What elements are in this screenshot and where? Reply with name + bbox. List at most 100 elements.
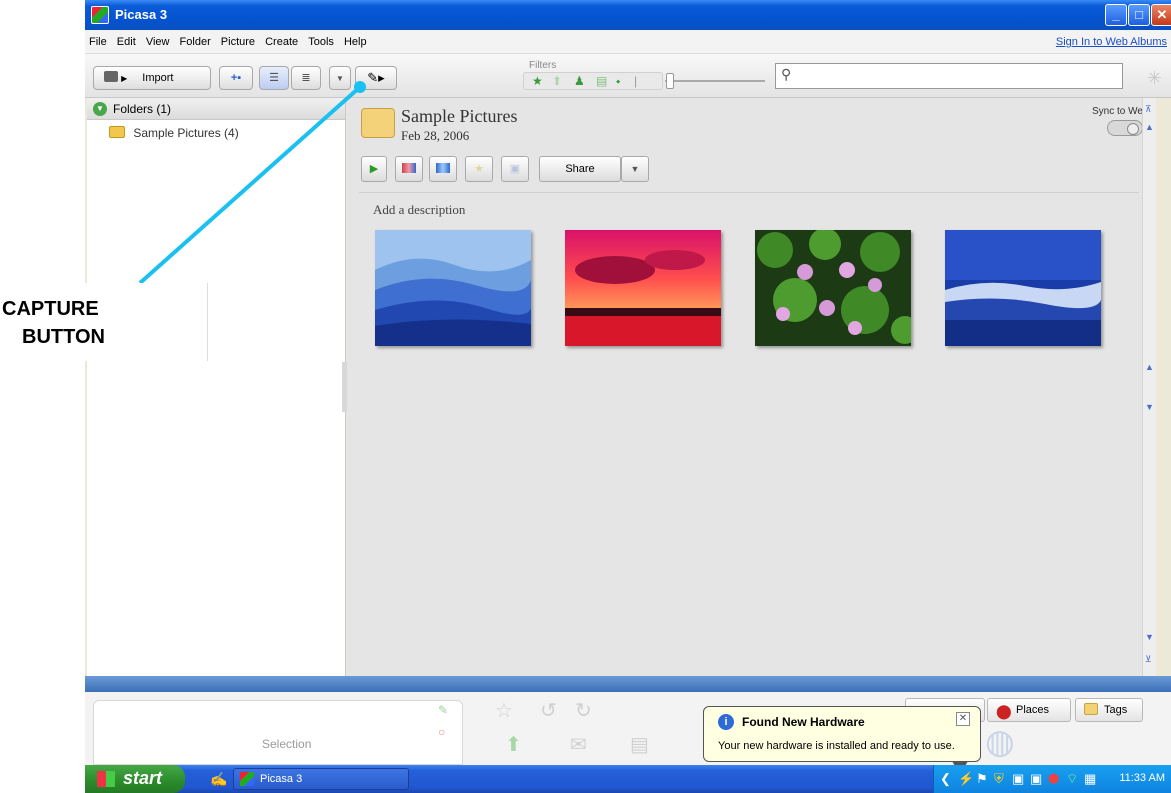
slideshow-button[interactable]: ▶ xyxy=(361,156,387,182)
share-dropdown-button[interactable]: ▼ xyxy=(621,156,649,182)
scroll-top-icon[interactable]: ⊼ xyxy=(1145,104,1152,115)
import-label: Import xyxy=(142,72,174,84)
star-album-button[interactable]: ★ xyxy=(465,156,493,182)
rotate-left-icon[interactable]: ↺ xyxy=(540,698,557,723)
hold-icon[interactable]: ✎ xyxy=(438,703,448,717)
tree-view-button[interactable]: ≣ xyxy=(291,66,321,90)
sync-to-web-toggle[interactable] xyxy=(1107,120,1143,136)
album-title[interactable]: Sample Pictures xyxy=(401,106,517,127)
upload-filter-icon[interactable]: ⬆ xyxy=(552,74,562,88)
view-options-button[interactable]: ▼ xyxy=(329,66,351,90)
menu-help[interactable]: Help xyxy=(340,30,370,48)
share-button[interactable]: Share xyxy=(539,156,621,182)
movie-button[interactable] xyxy=(429,156,457,182)
display2-icon[interactable]: ▣ xyxy=(1030,771,1042,787)
people-filter-icon[interactable]: ♟ xyxy=(574,74,585,88)
close-button[interactable]: ✕ xyxy=(1151,4,1171,26)
tags-tab[interactable]: Tags xyxy=(1075,698,1143,722)
wireless-icon[interactable]: ⌔ xyxy=(1066,771,1078,787)
title-bar[interactable]: Picasa 3 _ □ ✕ xyxy=(85,0,1171,30)
menu-edit[interactable]: Edit xyxy=(113,30,139,48)
quick-launch-icon[interactable]: ✍ xyxy=(210,771,227,788)
album-folder-icon xyxy=(361,108,395,138)
notification-message: Your new hardware is installed and ready… xyxy=(718,740,955,752)
callout-line2: BUTTON xyxy=(22,326,105,348)
toolbar: ▶ Import +▪ ☰ ≣ ▼ ✎▸ Filters ★ ⬆ ♟ ▤ ⬩ | xyxy=(85,54,1171,98)
minimize-button[interactable]: _ xyxy=(1105,4,1127,26)
selection-tray[interactable]: Selection ✎ ○ xyxy=(93,700,463,765)
shield-icon[interactable]: ⛨ xyxy=(994,771,1004,787)
collage-button[interactable] xyxy=(395,156,423,182)
scroll-up-icon[interactable]: ▲ xyxy=(1145,122,1154,132)
menu-create[interactable]: Create xyxy=(261,30,301,48)
flat-view-button[interactable]: ☰ xyxy=(259,66,289,90)
folder-icon xyxy=(109,126,125,138)
album-scrollbar[interactable]: ⊼ ▲ ▲ ▼ ▼ ⊻ xyxy=(1142,98,1156,676)
tray-expand-icon[interactable]: ❮ xyxy=(940,771,951,787)
monitor-icon[interactable]: ▦ xyxy=(1084,771,1096,787)
taskbar-clock: 11:33 AM xyxy=(1119,772,1165,784)
movie-filter-icon[interactable]: ▤ xyxy=(596,74,607,88)
security-icon[interactable]: ⚑ xyxy=(976,771,988,787)
tray-divider xyxy=(85,676,1171,692)
display-icon[interactable]: ▣ xyxy=(1012,771,1024,787)
dropdown-arrow-icon: ▶ xyxy=(121,74,128,83)
start-label: start xyxy=(123,768,163,788)
upload-icon[interactable]: ⬆ xyxy=(505,732,522,757)
email-icon[interactable]: ✉ xyxy=(570,732,587,757)
clear-icon[interactable]: ○ xyxy=(438,725,445,739)
network-icon[interactable]: ⚡ xyxy=(958,771,974,787)
tree-view-icon: ≣ xyxy=(301,72,311,84)
play-icon: ▶ xyxy=(369,163,379,175)
folder-item-sample-pictures[interactable]: Sample Pictures (4) xyxy=(109,126,239,140)
star-filter-icon[interactable]: ★ xyxy=(532,74,543,88)
found-hardware-notification[interactable]: i Found New Hardware ✕ Your new hardware… xyxy=(703,706,981,762)
menu-tools[interactable]: Tools xyxy=(304,30,337,48)
search-icon: ⚲ xyxy=(781,66,792,82)
import-button[interactable]: ▶ Import xyxy=(93,66,211,90)
antivirus-icon[interactable]: ⬢ xyxy=(1048,771,1059,787)
scroll-down-icon[interactable]: ▼ xyxy=(1145,632,1154,642)
taskbar-item-picasa[interactable]: Picasa 3 xyxy=(233,768,409,790)
scroll-down-small-icon[interactable]: ▼ xyxy=(1145,402,1154,412)
callout-line1: CAPTURE xyxy=(2,298,99,320)
photo-thumbnail[interactable] xyxy=(375,230,532,346)
scroll-up-small-icon[interactable]: ▲ xyxy=(1145,362,1154,372)
photo-thumbnail[interactable] xyxy=(565,230,721,346)
folder-item-label: Sample Pictures (4) xyxy=(133,126,239,140)
search-input[interactable] xyxy=(775,63,1123,89)
sign-in-link[interactable]: Sign In to Web Albums xyxy=(1056,36,1167,48)
date-filter-slider[interactable] xyxy=(665,80,765,82)
photo-thumbnail[interactable] xyxy=(755,228,919,346)
places-tab[interactable]: ⬤ Places xyxy=(987,698,1071,722)
menu-file[interactable]: File xyxy=(85,30,110,48)
photo-thumbnail[interactable] xyxy=(945,230,1101,346)
album-description[interactable]: Add a description xyxy=(373,202,465,218)
globe-icon[interactable]: ◍ xyxy=(985,722,1015,762)
tag-icon xyxy=(1084,703,1098,715)
movie-icon xyxy=(436,163,450,173)
menu-folder[interactable]: Folder xyxy=(176,30,214,48)
star-ghost-icon[interactable]: ☆ xyxy=(495,698,513,723)
expand-icon[interactable]: ▼ xyxy=(93,102,107,116)
taskbar-item-label: Picasa 3 xyxy=(260,773,303,785)
save-button[interactable]: ▣ xyxy=(501,156,529,182)
start-button[interactable]: start xyxy=(85,765,185,793)
sunset-image xyxy=(565,230,721,346)
menu-picture[interactable]: Picture xyxy=(217,30,258,48)
print-icon[interactable]: ▤ xyxy=(630,732,649,757)
capture-button[interactable]: ✎▸ xyxy=(355,66,397,90)
add-to-album-button[interactable]: +▪ xyxy=(219,66,253,90)
picasa-task-icon xyxy=(240,772,254,786)
date-filter-slider-thumb[interactable] xyxy=(666,73,674,89)
menu-view[interactable]: View xyxy=(142,30,173,48)
folders-header[interactable]: ▼ Folders (1) xyxy=(87,98,345,120)
notification-close-button[interactable]: ✕ xyxy=(956,712,970,726)
geotag-filter-icon[interactable]: ⬩ xyxy=(616,74,620,89)
loading-spinner-icon: ✳ xyxy=(1147,68,1163,88)
star-icon: ★ xyxy=(474,163,484,175)
scroll-bottom-icon[interactable]: ⊻ xyxy=(1145,654,1152,665)
maximize-button[interactable]: □ xyxy=(1128,4,1150,26)
rotate-right-icon[interactable]: ↻ xyxy=(575,698,592,723)
places-label: Places xyxy=(1016,704,1050,716)
